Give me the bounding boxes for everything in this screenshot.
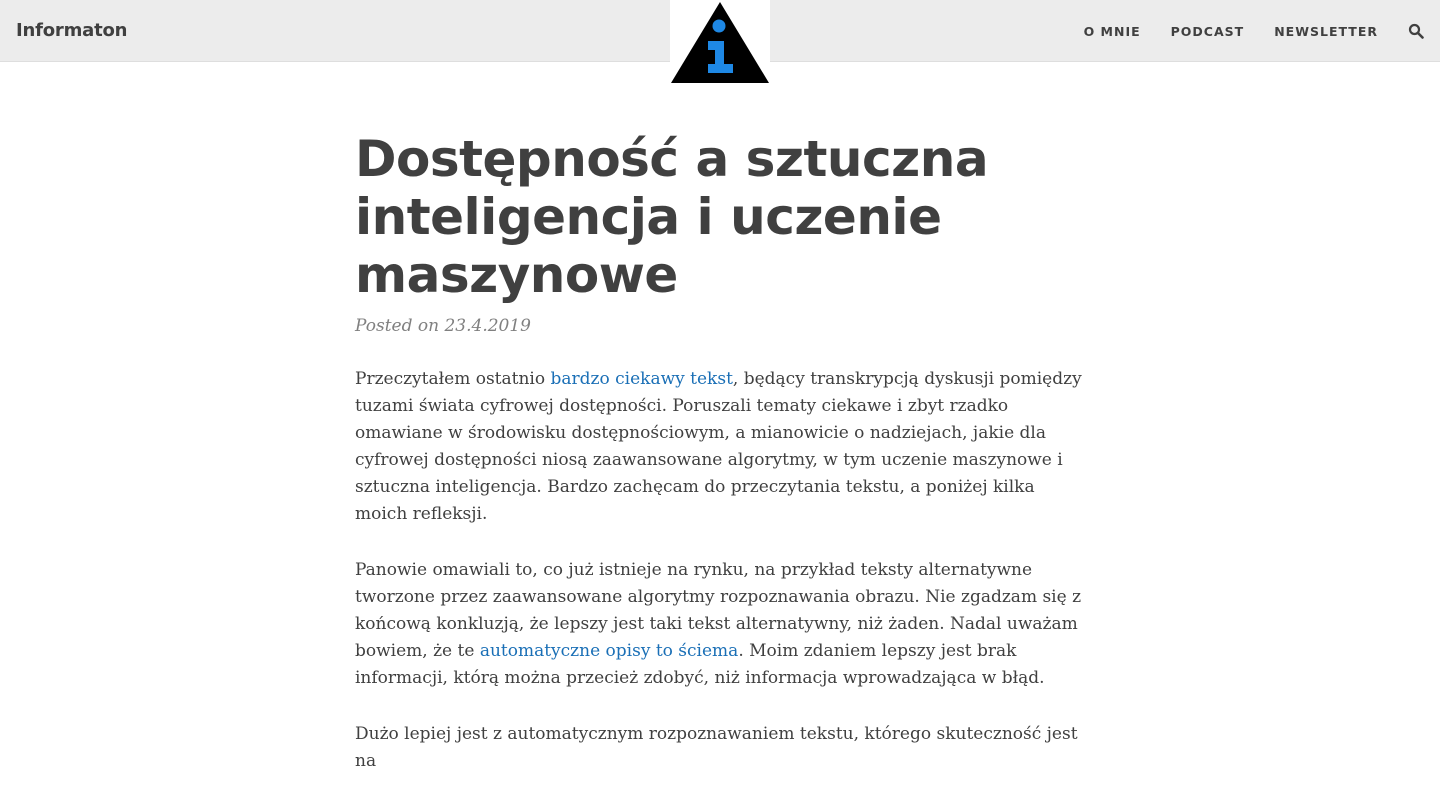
paragraph-3: Dużo lepiej jest z automatycznym rozpozn… — [355, 724, 1078, 771]
search-icon[interactable] — [1408, 23, 1424, 39]
post-title: Dostępność a sztuczna inteligencja i ucz… — [355, 130, 989, 304]
paragraph-1: Przeczytałem ostatnio bardzo ciekawy tek… — [355, 366, 1090, 528]
paragraph-1-text-end: , będący transkrypcją dyskusji pomiędzy … — [355, 369, 1082, 524]
paragraph-2: Panowie omawiali to, co już istnieje na … — [355, 557, 1090, 692]
post-meta-date: Posted on 23.4.2019 — [355, 316, 531, 336]
nav-item-newsletter[interactable]: NEWSLETTER — [1274, 24, 1378, 39]
nav-item-podcast[interactable]: PODCAST — [1171, 24, 1245, 39]
site-logo-link[interactable] — [670, 0, 770, 84]
link-bardzo-ciekawy-tekst[interactable]: bardzo ciekawy tekst — [551, 369, 733, 389]
link-automatyczne-opisy[interactable]: automatyczne opisy to ściema — [480, 641, 739, 661]
article: Dostępność a sztuczna inteligencja i ucz… — [355, 130, 1095, 804]
nav-item-o-mnie[interactable]: O MNIE — [1084, 24, 1141, 39]
site-brand-link[interactable]: Informaton — [16, 20, 127, 41]
paragraph-1-text-start: Przeczytałem ostatnio — [355, 369, 551, 389]
main-nav: O MNIE PODCAST NEWSLETTER — [1054, 23, 1424, 39]
info-triangle-icon — [671, 2, 769, 83]
post-body: Przeczytałem ostatnio bardzo ciekawy tek… — [355, 366, 1090, 775]
